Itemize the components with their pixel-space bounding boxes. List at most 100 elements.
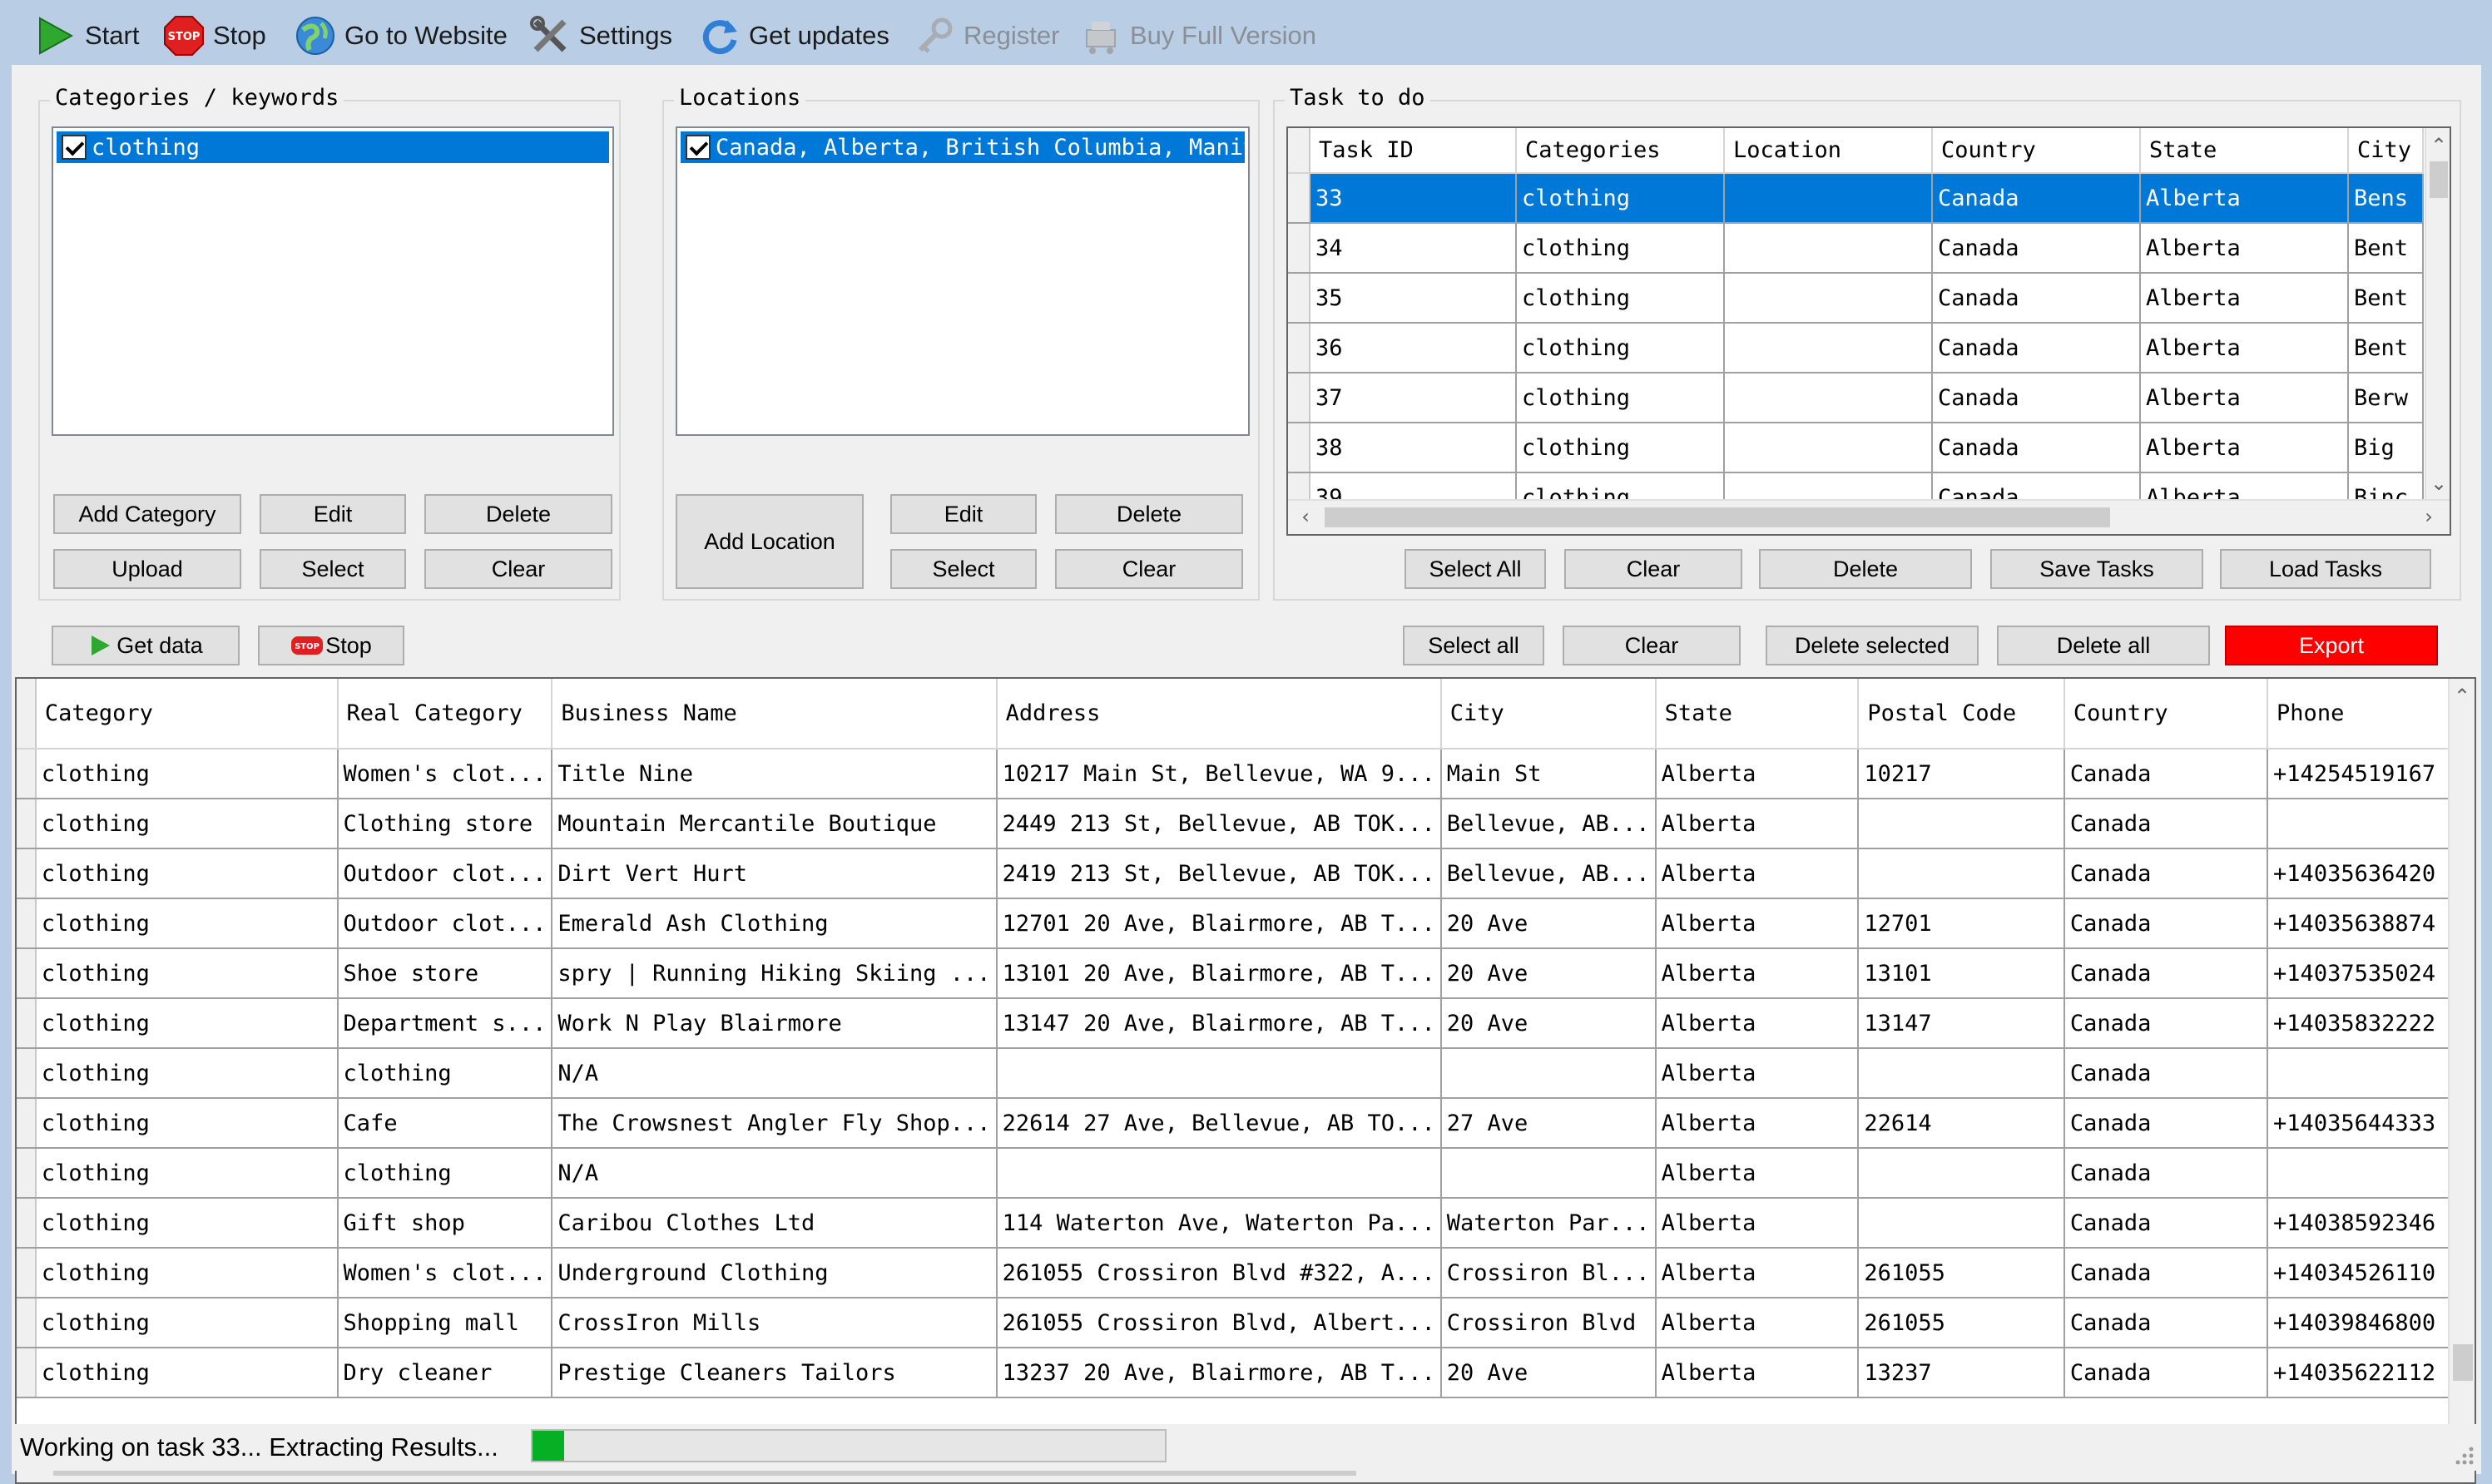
result-cell[interactable]: clothing: [35, 848, 339, 899]
column-header[interactable]: Business Name: [552, 679, 998, 749]
checkbox-checked-icon[interactable]: [62, 135, 87, 160]
result-cell[interactable]: [2267, 799, 2475, 849]
get-updates-button[interactable]: Get updates: [699, 8, 889, 63]
row-header[interactable]: [17, 1048, 37, 1099]
column-header[interactable]: Postal Code: [1858, 679, 2065, 749]
result-cell[interactable]: clothing: [35, 799, 339, 849]
result-cell[interactable]: Women's clot...: [337, 1248, 553, 1298]
result-cell[interactable]: 261055: [1858, 1298, 2065, 1348]
task-cell[interactable]: 35: [1310, 273, 1517, 324]
task-cell[interactable]: Big: [2348, 423, 2424, 473]
resize-grip-icon[interactable]: [2451, 1442, 2476, 1467]
clear-tasks-button[interactable]: Clear: [1564, 549, 1742, 589]
register-button[interactable]: Register: [914, 8, 1059, 63]
go-to-website-button[interactable]: Go to Website: [295, 8, 508, 63]
result-cell[interactable]: +14035644333: [2267, 1098, 2475, 1149]
column-header[interactable]: City: [1440, 679, 1657, 749]
result-row[interactable]: clothing Outdoor clot... Emerald Ash Cloth…: [17, 898, 2475, 949]
task-cell[interactable]: Canada: [1932, 173, 2141, 224]
categories-listbox[interactable]: clothing: [52, 126, 614, 436]
result-cell[interactable]: Emerald Ash Clothing: [552, 898, 998, 949]
task-cell[interactable]: clothing: [1516, 173, 1725, 224]
result-cell[interactable]: Bellevue, AB...: [1440, 848, 1657, 899]
result-cell[interactable]: +14035638874: [2267, 898, 2475, 949]
result-cell[interactable]: [2267, 1148, 2475, 1199]
result-row[interactable]: clothing Department s... Work N Play Blair…: [17, 998, 2475, 1049]
result-cell[interactable]: 2419 213 St, Bellevue, AB TOK...: [996, 848, 1442, 899]
task-cell[interactable]: [1724, 273, 1933, 324]
result-cell[interactable]: Cafe: [337, 1098, 553, 1149]
result-cell[interactable]: [1858, 848, 2065, 899]
result-cell[interactable]: Women's clot...: [337, 749, 553, 799]
task-cell[interactable]: [1724, 373, 1933, 423]
result-cell[interactable]: Alberta: [1655, 948, 1860, 999]
result-cell[interactable]: spry | Running Hiking Skiing ...: [552, 948, 998, 999]
task-cell[interactable]: clothing: [1516, 223, 1725, 274]
edit-location-button[interactable]: Edit: [890, 494, 1037, 534]
result-cell[interactable]: 12701 20 Ave, Blairmore, AB T...: [996, 898, 1442, 949]
task-cell[interactable]: 36: [1310, 323, 1517, 373]
task-cell[interactable]: Alberta: [2140, 373, 2349, 423]
row-header[interactable]: [1288, 323, 1310, 373]
result-cell[interactable]: Alberta: [1655, 898, 1860, 949]
select-all-results-button[interactable]: Select all: [1403, 626, 1544, 665]
edit-category-button[interactable]: Edit: [260, 494, 406, 534]
result-cell[interactable]: +14035622112: [2267, 1348, 2475, 1398]
result-cell[interactable]: Canada: [2063, 848, 2269, 899]
task-cell[interactable]: Canada: [1932, 423, 2141, 473]
result-row[interactable]: clothing Women's clot... Title Nine 10217 M…: [17, 749, 2475, 799]
result-cell[interactable]: [1858, 1148, 2065, 1199]
result-cell[interactable]: clothing: [35, 948, 339, 999]
row-header[interactable]: [1288, 423, 1310, 473]
result-cell[interactable]: Alberta: [1655, 1148, 1860, 1199]
result-cell[interactable]: 261055: [1858, 1248, 2065, 1298]
delete-location-button[interactable]: Delete: [1055, 494, 1243, 534]
stop-button[interactable]: STOP Stop: [163, 8, 266, 63]
settings-button[interactable]: Settings: [529, 8, 672, 63]
result-cell[interactable]: clothing: [35, 1198, 339, 1249]
column-header[interactable]: State: [2140, 128, 2349, 174]
delete-selected-button[interactable]: Delete selected: [1766, 626, 1979, 665]
row-header[interactable]: [1288, 373, 1310, 423]
row-header[interactable]: [1288, 273, 1310, 324]
result-cell[interactable]: 13147: [1858, 998, 2065, 1049]
result-cell[interactable]: +14254519167: [2267, 749, 2475, 799]
task-cell[interactable]: Bent: [2348, 223, 2424, 274]
delete-tasks-button[interactable]: Delete: [1759, 549, 1972, 589]
result-cell[interactable]: Waterton Par...: [1440, 1198, 1657, 1249]
task-row[interactable]: 34 clothing Canada Alberta Bent: [1288, 223, 2424, 274]
task-cell[interactable]: clothing: [1516, 423, 1725, 473]
task-cell[interactable]: clothing: [1516, 373, 1725, 423]
result-cell[interactable]: +14034526110: [2267, 1248, 2475, 1298]
tasks-horizontal-scrollbar[interactable]: ‹ ›: [1288, 499, 2450, 534]
load-tasks-button[interactable]: Load Tasks: [2220, 549, 2431, 589]
result-cell[interactable]: +14038592346: [2267, 1198, 2475, 1249]
task-cell[interactable]: Bens: [2348, 173, 2424, 224]
row-header[interactable]: [17, 1348, 37, 1398]
task-cell[interactable]: [1724, 423, 1933, 473]
result-cell[interactable]: Alberta: [1655, 1048, 1860, 1099]
task-cell[interactable]: Canada: [1932, 373, 2141, 423]
task-cell[interactable]: clothing: [1516, 273, 1725, 324]
result-cell[interactable]: Canada: [2063, 1248, 2269, 1298]
task-cell[interactable]: Canada: [1932, 323, 2141, 373]
result-cell[interactable]: Title Nine: [552, 749, 998, 799]
result-cell[interactable]: clothing: [337, 1048, 553, 1099]
result-cell[interactable]: Canada: [2063, 1148, 2269, 1199]
result-cell[interactable]: 10217 Main St, Bellevue, WA 9...: [996, 749, 1442, 799]
result-cell[interactable]: Underground Clothing: [552, 1248, 998, 1298]
category-item[interactable]: clothing: [57, 131, 609, 163]
task-cell[interactable]: Berw: [2348, 373, 2424, 423]
task-cell[interactable]: Canada: [1932, 223, 2141, 274]
column-header[interactable]: Real Category: [337, 679, 553, 749]
task-row[interactable]: 38 clothing Canada Alberta Big: [1288, 423, 2424, 473]
select-locations-button[interactable]: Select: [890, 549, 1037, 589]
result-cell[interactable]: [1858, 799, 2065, 849]
row-header[interactable]: [17, 898, 37, 949]
task-cell[interactable]: Bent: [2348, 273, 2424, 324]
result-cell[interactable]: 22614: [1858, 1098, 2065, 1149]
result-cell[interactable]: +14039846800: [2267, 1298, 2475, 1348]
column-header[interactable]: Location: [1724, 128, 1933, 174]
task-cell[interactable]: Alberta: [2140, 323, 2349, 373]
task-cell[interactable]: [1724, 173, 1933, 224]
